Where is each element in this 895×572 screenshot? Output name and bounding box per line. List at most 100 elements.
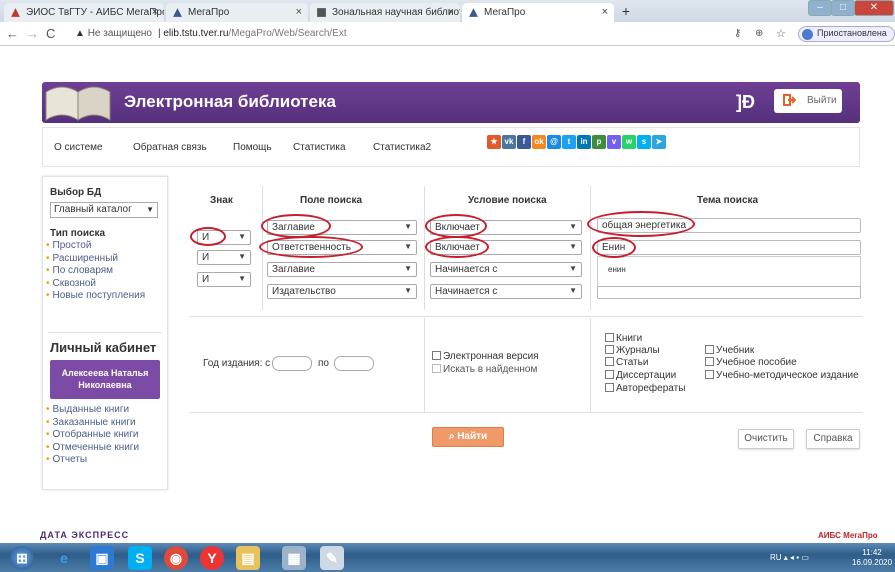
megapro-footer-logo: АИБС МегаПро — [818, 531, 878, 540]
user-profile-button[interactable]: Алексеева Наталья Николаевна — [50, 360, 160, 399]
yandex-icon[interactable]: Y — [200, 546, 224, 570]
condition-select[interactable]: Включает ▼ — [430, 240, 582, 255]
key-icon[interactable]: ⚷ — [734, 28, 741, 39]
doctype-checkbox[interactable]: Авторефераты — [605, 383, 685, 394]
skype-icon[interactable]: s — [637, 135, 651, 149]
bookmark-icon[interactable]: ★ — [487, 135, 501, 149]
menu-statistics2[interactable]: Статистика2 — [373, 142, 431, 153]
year-from-input[interactable] — [272, 356, 312, 371]
doctype-checkbox[interactable]: Учебное пособие — [705, 357, 797, 368]
doctype-checkbox[interactable]: Журналы — [605, 345, 660, 356]
top-menu: О системе Обратная связь Помощь Статисти… — [42, 127, 860, 167]
db-select[interactable]: Главный каталог ▼ — [50, 202, 158, 218]
menu-help[interactable]: Помощь — [233, 142, 272, 153]
cabinet-link[interactable]: • Отобранные книги — [46, 429, 139, 442]
cabinet-link[interactable]: • Выданные книги — [46, 404, 139, 417]
skype-icon[interactable]: S — [128, 546, 152, 570]
ie-icon[interactable]: e — [52, 546, 76, 570]
viber-icon[interactable]: v — [607, 135, 621, 149]
pinterest-icon[interactable]: p — [592, 135, 606, 149]
find-button[interactable]: ⌕ Найти — [432, 427, 504, 447]
close-tab-icon[interactable]: × — [448, 6, 454, 18]
reload-icon[interactable]: C — [46, 26, 55, 41]
help-button[interactable]: Справка — [806, 429, 860, 449]
language-indicator[interactable]: RU — [770, 553, 782, 562]
clear-button[interactable]: Очистить — [738, 429, 794, 449]
autocomplete-dropdown[interactable]: енин — [597, 256, 861, 288]
whatsapp-icon[interactable]: w — [622, 135, 636, 149]
search-type-item[interactable]: • Новые поступления — [46, 290, 145, 303]
browser-tab[interactable]: МегаПро × — [166, 3, 308, 22]
term-input[interactable] — [597, 286, 861, 299]
url-path: /MegaPro/Web/Search/Ext — [228, 28, 347, 39]
cabinet-link[interactable]: • Отчеты — [46, 454, 139, 467]
browser-tab[interactable]: ЭИОС ТвГТУ - АИБС МегаПро × — [4, 3, 164, 22]
browser-tab-active[interactable]: МегаПро × — [462, 3, 614, 22]
search-type-item[interactable]: • Простой — [46, 240, 145, 253]
sign-select[interactable]: И ▼ — [197, 230, 251, 245]
back-icon[interactable]: ← — [6, 26, 19, 41]
cabinet-link[interactable]: • Отмеченные книги — [46, 442, 139, 455]
linkedin-icon[interactable]: in — [577, 135, 591, 149]
exit-button[interactable]: Выйти — [774, 89, 842, 113]
term-input[interactable]: общая энергетика — [597, 218, 861, 233]
electronic-version-checkbox[interactable]: Электронная версия — [432, 351, 539, 362]
menu-feedback[interactable]: Обратная связь — [133, 142, 207, 153]
explorer-icon[interactable]: ▣ — [90, 546, 114, 570]
menu-statistics[interactable]: Статистика — [293, 142, 346, 153]
year-to-input[interactable] — [334, 356, 374, 371]
facebook-icon[interactable]: f — [517, 135, 531, 149]
search-type-item[interactable]: • Расширенный — [46, 253, 145, 266]
new-tab-button[interactable]: + — [617, 4, 635, 20]
forward-icon[interactable]: → — [26, 26, 39, 41]
sign-select[interactable]: И ▼ — [197, 272, 251, 287]
url-field[interactable]: ▲ Не защищено | elib.tstu.tver.ru/MegaPro… — [75, 28, 347, 39]
cabinet-link[interactable]: • Заказанные книги — [46, 417, 139, 430]
field-select[interactable]: Заглавие ▼ — [267, 220, 417, 235]
telegram-icon[interactable]: ➤ — [652, 135, 666, 149]
vk-icon[interactable]: vk — [502, 135, 516, 149]
doctype-checkbox[interactable]: Книги — [605, 333, 642, 344]
condition-select[interactable]: Включает ▼ — [430, 220, 582, 235]
field-select[interactable]: Ответственность ▼ — [267, 240, 417, 255]
sign-select[interactable]: И ▼ — [197, 250, 251, 265]
doctype-checkbox[interactable]: Диссертации — [605, 370, 676, 381]
clock[interactable]: 11:42 16.09.2020 — [852, 548, 892, 568]
chevron-down-icon: ▼ — [569, 242, 577, 251]
doctype-checkbox[interactable]: Учебно-методическое издание — [705, 370, 859, 381]
star-icon[interactable]: ☆ — [776, 27, 786, 40]
search-in-found-checkbox[interactable]: Искать в найденном — [432, 364, 537, 375]
condition-select[interactable]: Начинается с ▼ — [430, 284, 582, 299]
doctype-checkbox[interactable]: Учебник — [705, 345, 754, 356]
close-tab-icon[interactable]: × — [152, 6, 158, 18]
cabinet-list: • Выданные книги • Заказанные книги • Отобр… — [46, 404, 139, 467]
chevron-down-icon: ▼ — [404, 242, 412, 251]
condition-select[interactable]: Начинается с ▼ — [430, 262, 582, 277]
close-tab-icon[interactable]: × — [296, 6, 302, 18]
menu-about[interactable]: О системе — [54, 142, 103, 153]
profile-button[interactable]: Приостановлена — [798, 26, 895, 42]
twitter-icon[interactable]: t — [562, 135, 576, 149]
field-select[interactable]: Издательство ▼ — [267, 284, 417, 299]
search-type-item[interactable]: • Сквозной — [46, 278, 145, 291]
chrome-icon[interactable]: ◉ — [164, 546, 188, 570]
search-type-item[interactable]: • По словарям — [46, 265, 145, 278]
column-header-condition: Условие поиска — [468, 195, 547, 206]
zoom-icon[interactable]: ⊕ — [755, 28, 763, 39]
app-icon[interactable]: ▦ — [282, 546, 306, 570]
close-tab-icon[interactable]: × — [602, 6, 608, 18]
paint-icon[interactable]: ✎ — [320, 546, 344, 570]
divider — [590, 318, 591, 413]
mail-icon[interactable]: @ — [547, 135, 561, 149]
suggestion-item[interactable]: енин — [608, 265, 626, 274]
start-icon[interactable]: ⊞ — [10, 546, 34, 570]
term-input[interactable]: Енин — [597, 240, 861, 255]
field-select[interactable]: Заглавие ▼ — [267, 262, 417, 277]
odnoklassniki-icon[interactable]: ok — [532, 135, 546, 149]
browser-tab[interactable]: Зональная научная библиотека × — [310, 3, 460, 22]
folder-icon[interactable]: ▤ — [236, 546, 260, 570]
minimize-icon[interactable]: – — [808, 0, 832, 16]
maximize-icon[interactable]: □ — [831, 0, 855, 16]
close-window-icon[interactable]: ✕ — [854, 0, 894, 16]
doctype-checkbox[interactable]: Статьи — [605, 357, 648, 368]
